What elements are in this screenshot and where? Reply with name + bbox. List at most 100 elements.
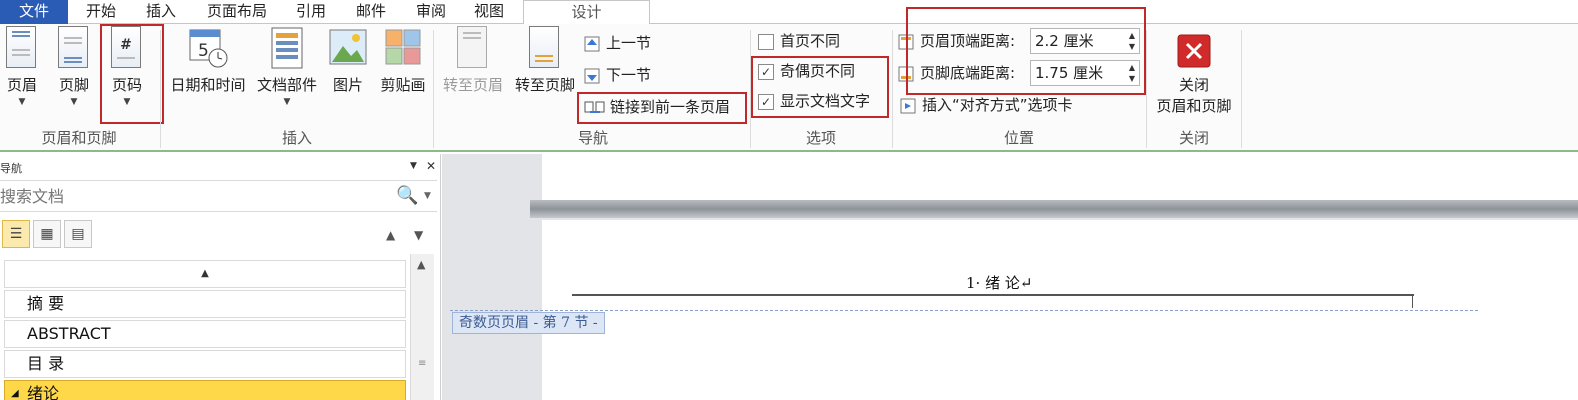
- navigation-pane: 导航 ▼ ✕ 🔍 ▼ ☰ ▦ ▤ ▲ ▼ ▲ 摘 要 ABSTRACT 目 录 …: [0, 154, 441, 400]
- date-time-label: 日期和时间: [170, 76, 246, 94]
- header-text[interactable]: 1· 绪 论↵: [966, 272, 1032, 293]
- group-label-options: 选项: [805, 129, 836, 147]
- tab-references[interactable]: 引用: [288, 0, 334, 24]
- chevron-down-icon: ▼: [70, 97, 78, 107]
- tab-insert[interactable]: 插入: [138, 0, 184, 24]
- scroll-thumb-grip-icon[interactable]: ≡: [418, 358, 426, 369]
- search-options-dropdown-icon[interactable]: ▼: [424, 191, 431, 201]
- date-time-button[interactable]: 5 日期和时间: [166, 26, 250, 95]
- doc-parts-button[interactable]: 文档部件 ▼: [252, 26, 322, 107]
- list-item[interactable]: 摘 要: [4, 290, 406, 318]
- tab-review[interactable]: 审阅: [408, 0, 454, 24]
- headings-top-marker[interactable]: ▲: [4, 260, 406, 288]
- footer-label: 页脚: [58, 76, 89, 94]
- list-item-selected[interactable]: ◢ 绪论: [4, 380, 406, 400]
- browse-results-button[interactable]: ▤: [64, 220, 92, 248]
- navigation-pane-title-bar: 导航 ▼ ✕: [0, 156, 441, 178]
- header-from-top-value: 2.2 厘米: [1035, 32, 1094, 50]
- pane-options-dropdown-icon[interactable]: ▼: [410, 161, 417, 171]
- browse-headings-button[interactable]: ☰: [2, 220, 30, 248]
- tab-home[interactable]: 开始: [78, 0, 124, 24]
- pane-close-icon[interactable]: ✕: [426, 159, 436, 173]
- spin-arrows-icon[interactable]: ▲ ▼: [1129, 30, 1135, 52]
- previous-section-icon: [584, 36, 602, 52]
- header-from-top-spinner[interactable]: 2.2 厘米 ▲ ▼: [1030, 28, 1140, 54]
- tab-file[interactable]: 文件: [0, 0, 68, 24]
- svg-text:5: 5: [198, 41, 209, 61]
- clipart-icon: [385, 29, 421, 65]
- goto-footer-label: 转至页脚: [514, 76, 575, 94]
- picture-button[interactable]: 图片: [328, 26, 368, 95]
- header-rule-tick: [1412, 294, 1413, 308]
- pages-grid-icon: ▦: [40, 226, 54, 242]
- goto-header-label: 转至页眉: [442, 76, 503, 94]
- nav-scrollbar[interactable]: ▲ ≡: [410, 254, 434, 400]
- group-label-insert: 插入: [281, 129, 312, 147]
- scroll-up-arrow-icon[interactable]: ▲: [417, 258, 425, 271]
- ribbon: 页眉 ▼ 页脚 ▼ # 页码 ▼ 页眉和页脚 5 日期和时间 文档部件 ▼ 图片…: [0, 7, 1578, 152]
- link-previous-button[interactable]: 链接到前一条页眉: [584, 96, 730, 120]
- document-area: 1· 绪 论↵ 奇数页页眉 - 第 7 节 -: [442, 154, 1578, 400]
- group-label-header-footer: 页眉和页脚: [41, 129, 117, 147]
- next-section-label: 下一节: [606, 66, 652, 84]
- different-odd-even-label: 奇偶页不同: [780, 62, 856, 80]
- close-icon: [1177, 34, 1211, 68]
- page-number-icon: #: [111, 26, 141, 68]
- link-chain-icon: [584, 100, 606, 116]
- next-heading-arrow-icon[interactable]: ▼: [414, 228, 423, 242]
- odd-page-header-tag: 奇数页页眉 - 第 7 节 -: [452, 312, 605, 334]
- header-from-top-label: 页眉顶端距离:: [898, 30, 1015, 54]
- next-section-icon: [584, 68, 602, 84]
- next-section-button[interactable]: 下一节: [584, 64, 651, 88]
- footer-from-bottom-value: 1.75 厘米: [1035, 64, 1104, 82]
- spin-arrows-icon[interactable]: ▲ ▼: [1129, 62, 1135, 84]
- clipart-button[interactable]: 剪贴画: [376, 26, 430, 95]
- different-first-label: 首页不同: [780, 32, 841, 50]
- insert-align-tab-label: 插入“对齐方式”选项卡: [922, 96, 1073, 114]
- headings-list-icon: ☰: [9, 226, 23, 242]
- checkbox-box: ✓: [758, 93, 774, 110]
- show-doc-text-checkbox[interactable]: ✓ 显示文档文字: [758, 90, 870, 114]
- close-header-footer-button[interactable]: 关闭 页眉和页脚: [1150, 26, 1238, 116]
- search-input[interactable]: [0, 183, 380, 209]
- previous-heading-arrow-icon[interactable]: ▲: [386, 228, 395, 242]
- ribbon-tab-bar: 文件 开始 插入 页面布局 引用 邮件 审阅 视图 设计: [0, 0, 1578, 25]
- tab-mailings[interactable]: 邮件: [348, 0, 394, 24]
- browse-pages-button[interactable]: ▦: [33, 220, 61, 248]
- show-doc-text-label: 显示文档文字: [780, 92, 871, 110]
- footer-icon: [58, 26, 88, 68]
- goto-header-button[interactable]: 转至页眉: [438, 26, 508, 95]
- page-number-button[interactable]: # 页码 ▼: [106, 26, 148, 107]
- doc-parts-label: 文档部件: [256, 76, 317, 94]
- headings-list: ▲ 摘 要 ABSTRACT 目 录 ◢ 绪论: [4, 260, 406, 400]
- doc-parts-icon: [271, 27, 303, 69]
- list-item[interactable]: ABSTRACT: [4, 320, 406, 348]
- header-label: 页眉: [6, 76, 37, 94]
- tab-design[interactable]: 设计: [523, 0, 650, 25]
- different-first-page-checkbox[interactable]: 首页不同: [758, 30, 840, 54]
- group-label-position: 位置: [1003, 129, 1034, 147]
- search-icon[interactable]: 🔍: [396, 185, 418, 206]
- align-tab-icon: [900, 98, 918, 114]
- prev-section-label: 上一节: [606, 34, 652, 52]
- insert-align-tab-button[interactable]: 插入“对齐方式”选项卡: [900, 94, 1073, 118]
- picture-label: 图片: [332, 76, 363, 94]
- tab-view[interactable]: 视图: [466, 0, 512, 24]
- search-box: 🔍 ▼: [0, 180, 437, 212]
- chevron-down-icon: ▼: [283, 97, 291, 107]
- chevron-down-icon: ▼: [123, 97, 131, 107]
- group-label-navigation: 导航: [577, 129, 608, 147]
- footer-position-icon: [898, 66, 916, 82]
- prev-section-button[interactable]: 上一节: [584, 32, 651, 56]
- goto-footer-button[interactable]: 转至页脚: [510, 26, 580, 95]
- footer-from-bottom-spinner[interactable]: 1.75 厘米 ▲ ▼: [1030, 60, 1140, 86]
- list-item[interactable]: 目 录: [4, 350, 406, 378]
- collapse-triangle-icon[interactable]: ◢: [11, 381, 19, 400]
- different-odd-even-checkbox[interactable]: ✓ 奇偶页不同: [758, 60, 855, 84]
- checkbox-box: ✓: [758, 63, 774, 80]
- clipart-label: 剪贴画: [380, 76, 426, 94]
- footer-button[interactable]: 页脚 ▼: [54, 26, 94, 107]
- navigation-pane-title: 导航: [0, 162, 22, 175]
- tab-page-layout[interactable]: 页面布局: [198, 0, 276, 24]
- header-button[interactable]: 页眉 ▼: [2, 26, 42, 107]
